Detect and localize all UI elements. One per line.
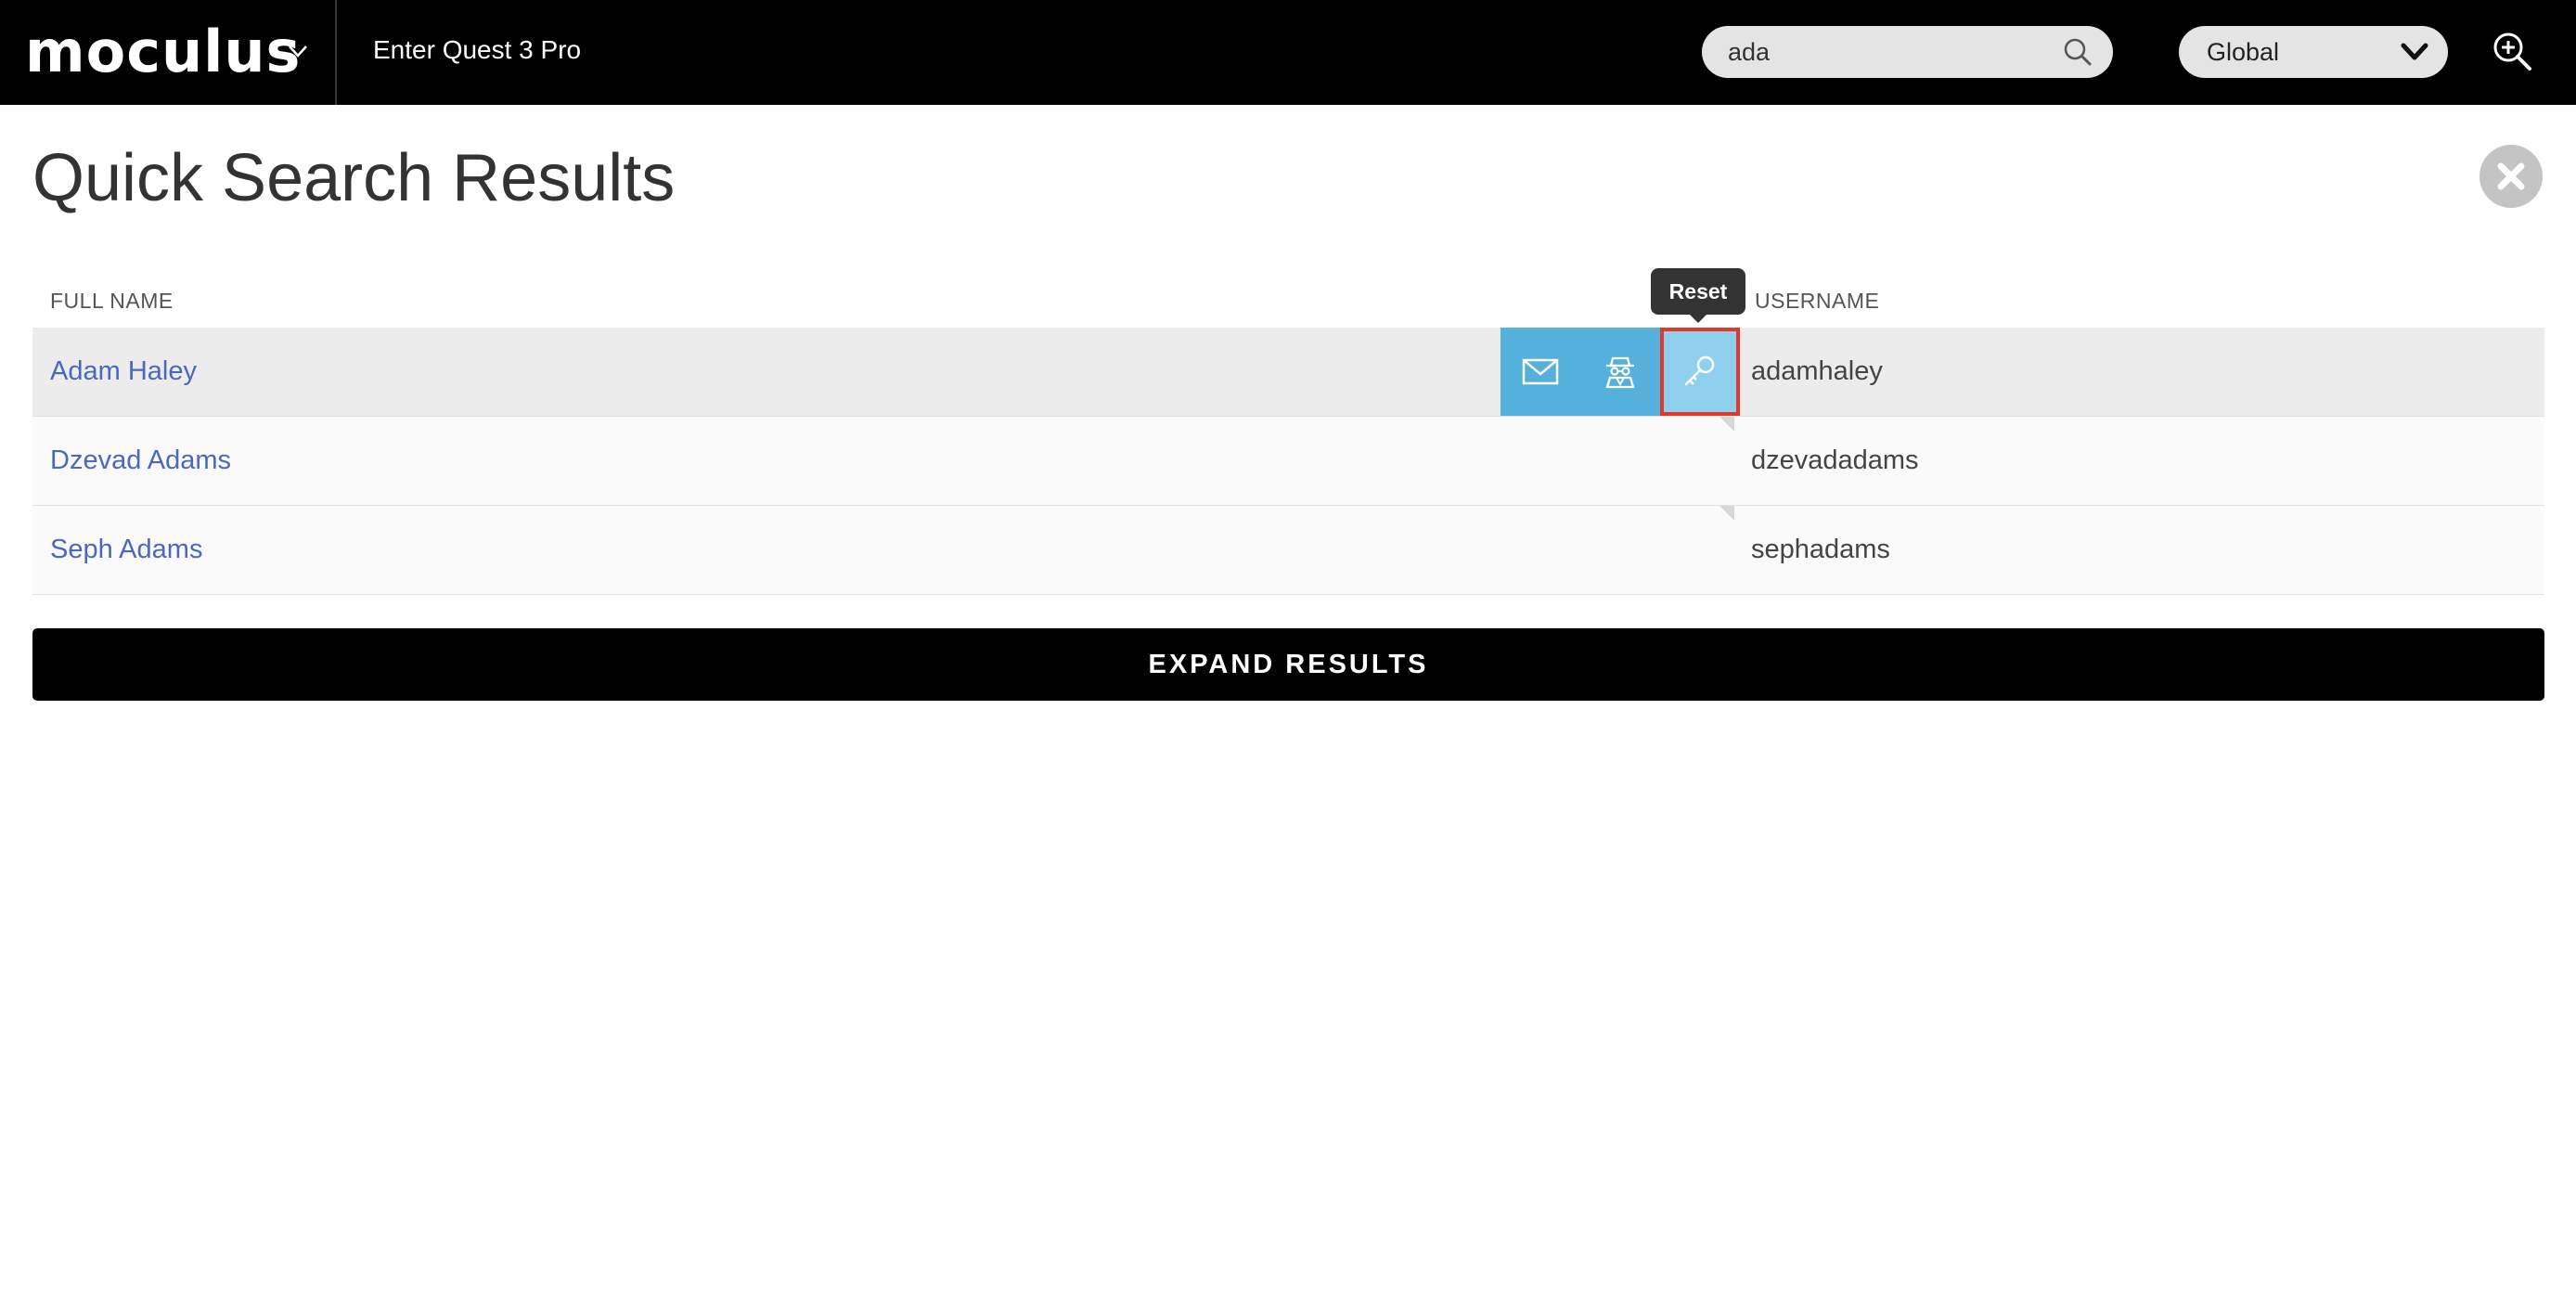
user-name-link[interactable]: Adam Haley xyxy=(50,354,197,389)
header-divider xyxy=(335,0,337,105)
reset-password-button[interactable] xyxy=(1660,328,1740,416)
chevron-down-icon xyxy=(2401,43,2428,60)
user-name-link[interactable]: Dzevad Adams xyxy=(50,443,231,478)
expand-results-button[interactable]: EXPAND RESULTS xyxy=(32,628,2544,701)
table-row[interactable]: Adam Haley adamhaley xyxy=(32,328,2544,417)
chevron-down-icon[interactable] xyxy=(284,37,312,65)
row-actions xyxy=(1501,328,1742,416)
search-input[interactable] xyxy=(1728,33,2043,71)
search-box xyxy=(1702,26,2113,78)
username-cell: dzevadadams xyxy=(1751,445,1919,475)
envelope-icon xyxy=(1522,358,1559,385)
results-table: Adam Haley adamhaley Dzevad Adams dzevad… xyxy=(32,328,2544,595)
username-cell: sephadams xyxy=(1751,535,1890,564)
zoom-in-icon[interactable] xyxy=(2491,30,2533,72)
spy-icon xyxy=(1605,356,1635,389)
scope-selected-value: Global xyxy=(2207,38,2280,66)
key-icon xyxy=(1684,355,1715,386)
scope-select[interactable]: Global xyxy=(2179,26,2448,78)
close-icon xyxy=(2497,162,2525,190)
column-header-full-name[interactable]: FULL NAME xyxy=(50,289,174,313)
reset-tooltip: Reset xyxy=(1651,268,1745,323)
email-button[interactable] xyxy=(1501,328,1580,416)
product-name[interactable]: Enter Quest 3 Pro xyxy=(373,33,581,67)
user-name-link[interactable]: Seph Adams xyxy=(50,532,202,567)
close-button[interactable] xyxy=(2479,145,2543,208)
app-logo[interactable]: moculus xyxy=(25,15,301,89)
top-bar: moculus Enter Quest 3 Pro Global xyxy=(0,0,2576,105)
row-notch xyxy=(1719,506,1734,521)
table-row[interactable]: Seph Adams sephadams xyxy=(32,506,2544,595)
search-icon[interactable] xyxy=(2063,37,2093,67)
username-cell: adamhaley xyxy=(1751,356,1883,386)
row-notch xyxy=(1719,417,1734,432)
column-header-username[interactable]: USERNAME xyxy=(1755,289,1879,313)
impersonate-button[interactable] xyxy=(1580,328,1660,416)
table-row[interactable]: Dzevad Adams dzevadadams xyxy=(32,417,2544,506)
page-title: Quick Search Results xyxy=(32,141,676,215)
